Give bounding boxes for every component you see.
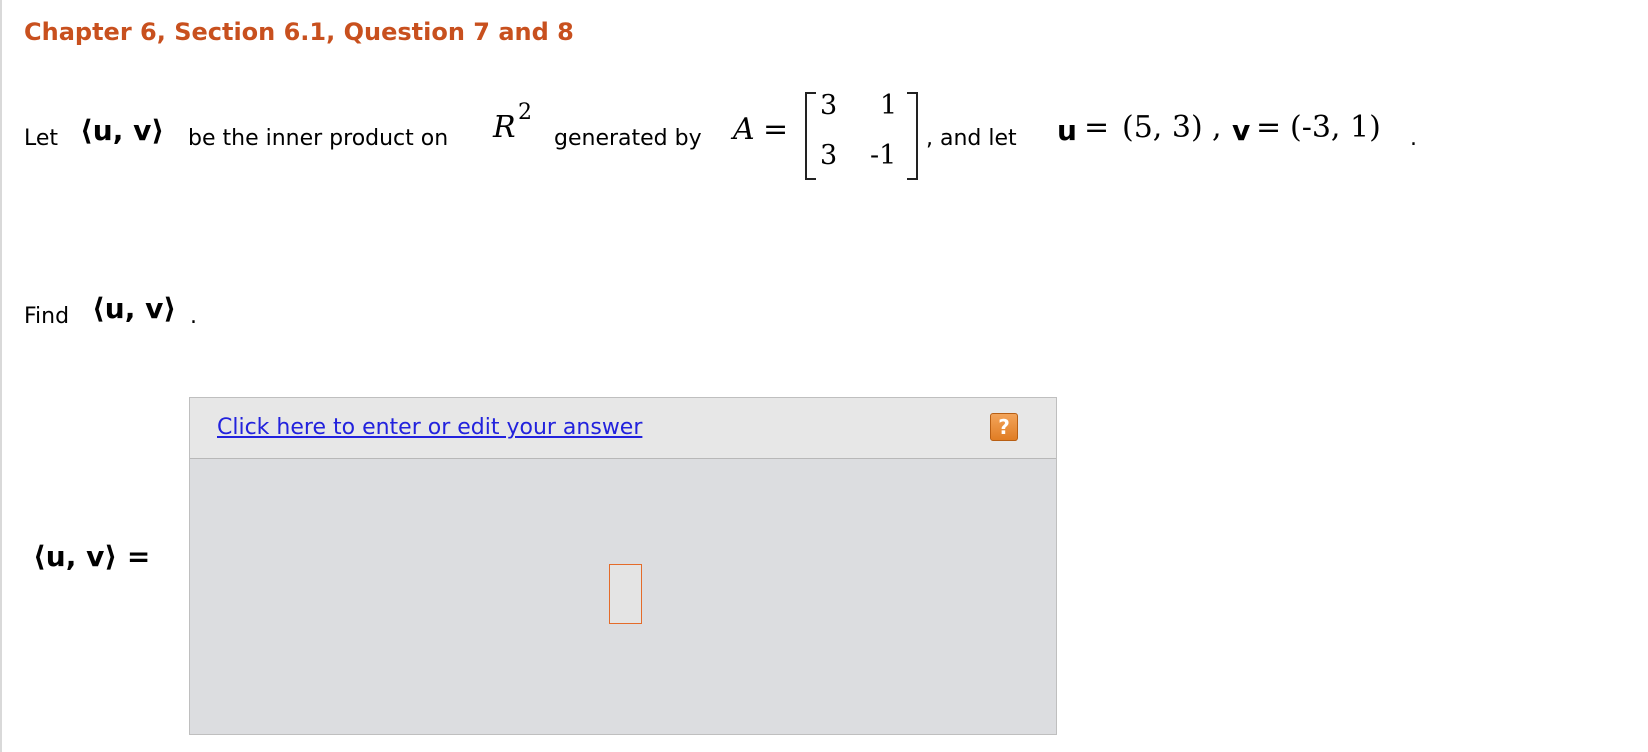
find-text: Find <box>24 304 70 329</box>
left-border <box>0 0 2 752</box>
find-inner-product-expression: ⟨u, v⟩ <box>92 292 177 325</box>
answer-panel-header: Click here to enter or edit your answer … <box>190 398 1056 459</box>
v-vector-label: v <box>1232 114 1251 147</box>
edit-answer-link[interactable]: Click here to enter or edit your answer <box>217 415 642 440</box>
v-equals: = <box>1256 110 1282 145</box>
u-vector-label: u <box>1057 114 1077 147</box>
page-title: Chapter 6, Section 6.1, Question 7 and 8 <box>24 18 574 46</box>
answer-panel: Click here to enter or edit your answer … <box>189 397 1057 735</box>
problem-let-text: Let <box>24 126 59 151</box>
space-exponent: 2 <box>518 100 532 125</box>
vector-separator-comma: , <box>1212 110 1222 145</box>
matrix-equals: = <box>763 112 789 147</box>
matrix-cell-1-0: 3 <box>820 140 838 171</box>
matrix-cell-1-1: -1 <box>870 140 897 171</box>
u-vector-value: (5, 3) <box>1122 110 1203 145</box>
problem-period: . <box>1410 126 1417 151</box>
answer-input-field[interactable] <box>609 564 642 624</box>
matrix-left-bracket <box>805 92 816 180</box>
inner-product-expression: ⟨u, v⟩ <box>80 114 165 147</box>
help-button[interactable]: ? <box>990 413 1018 441</box>
problem-generated-by-text: generated by <box>554 126 702 151</box>
matrix-name: A <box>733 112 755 147</box>
answer-lhs-label: ⟨u, v⟩ = <box>33 540 151 573</box>
matrix-cell-0-0: 3 <box>820 90 838 121</box>
problem-and-let-text: , and let <box>926 126 1017 151</box>
find-period: . <box>190 304 197 329</box>
v-vector-value: (-3, 1) <box>1290 110 1381 145</box>
matrix-cell-0-1: 1 <box>880 90 898 121</box>
space-symbol: R <box>493 110 516 145</box>
problem-inner-product-text: be the inner product on <box>188 126 449 151</box>
matrix-right-bracket <box>907 92 918 180</box>
u-equals: = <box>1084 110 1110 145</box>
